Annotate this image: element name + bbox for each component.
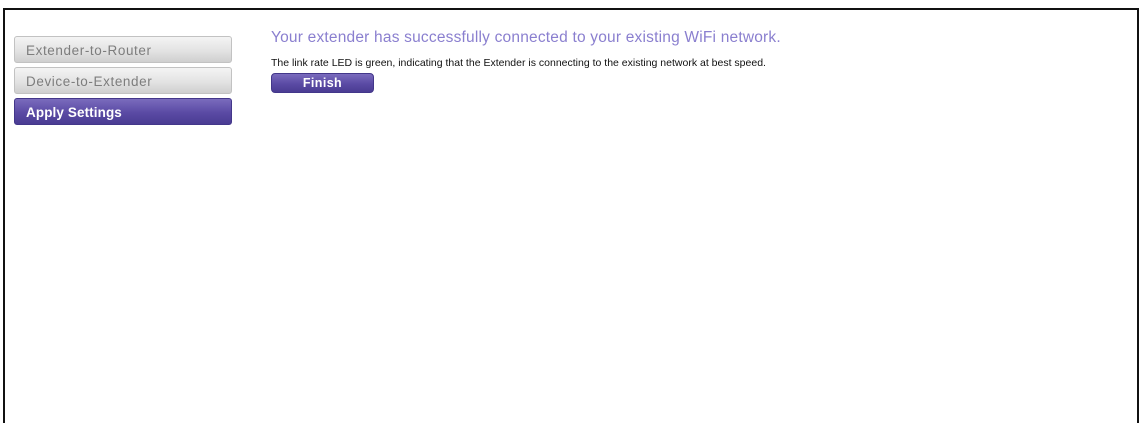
sidebar-item-device-to-extender[interactable]: Device-to-Extender: [14, 67, 232, 94]
success-headline: Your extender has successfully connected…: [271, 29, 781, 46]
link-rate-description: The link rate LED is green, indicating t…: [271, 57, 766, 69]
sidebar-item-apply-settings[interactable]: Apply Settings: [14, 98, 232, 125]
setup-steps-sidebar: Extender-to-Router Device-to-Extender Ap…: [14, 36, 234, 129]
content-frame: Extender-to-Router Device-to-Extender Ap…: [3, 8, 1139, 423]
main-panel: Your extender has successfully connected…: [271, 28, 1131, 93]
finish-button[interactable]: Finish: [271, 73, 374, 93]
sidebar-item-extender-to-router[interactable]: Extender-to-Router: [14, 36, 232, 63]
